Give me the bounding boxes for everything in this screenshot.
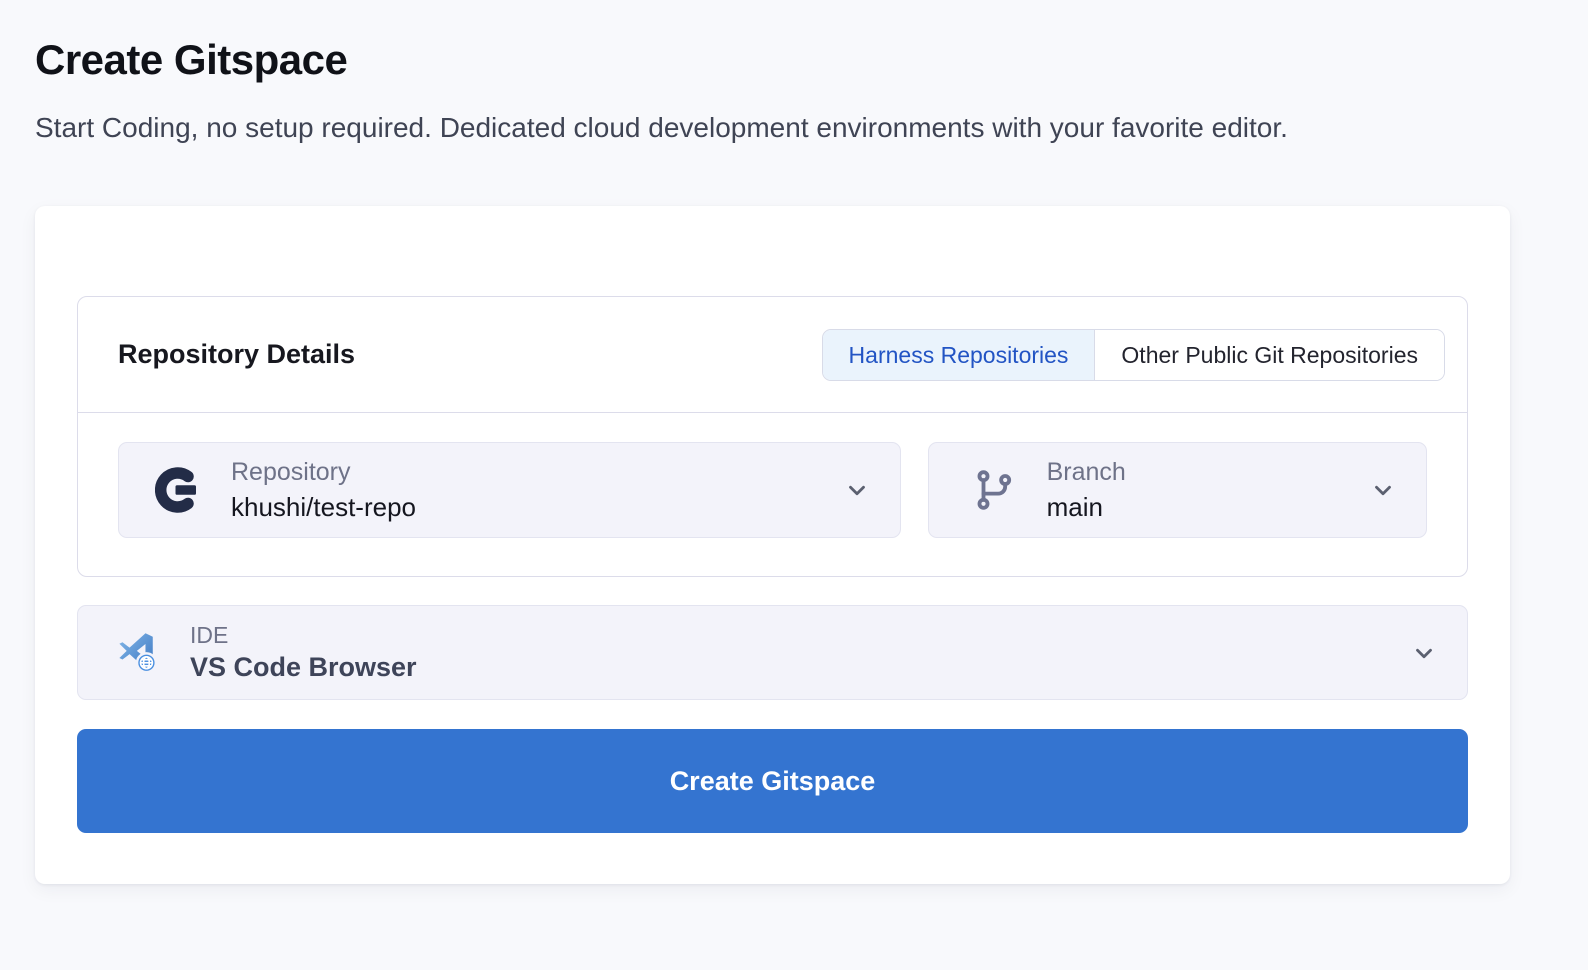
repository-select-text: Repository khushi/test-repo [231,458,416,523]
ide-select-label: IDE [190,622,417,649]
repository-details-heading: Repository Details [118,339,355,370]
chevron-down-icon [1370,477,1396,503]
repository-details-body: Repository khushi/test-repo [78,413,1467,576]
tab-other-public-git-repositories[interactable]: Other Public Git Repositories [1094,330,1444,380]
create-gitspace-page: Create Gitspace Start Coding, no setup r… [0,0,1588,884]
ide-select[interactable]: IDE VS Code Browser [77,605,1468,700]
harness-code-icon [155,466,203,514]
git-branch-icon [971,466,1019,514]
tab-harness-repositories[interactable]: Harness Repositories [823,330,1095,380]
page-title: Create Gitspace [35,36,1553,84]
repository-select-label: Repository [231,458,416,487]
gitspace-form-card: Repository Details Harness Repositories … [35,206,1510,884]
page-subtitle: Start Coding, no setup required. Dedicat… [35,108,1450,148]
branch-select-label: Branch [1047,458,1126,487]
repository-details-panel: Repository Details Harness Repositories … [77,296,1468,577]
repository-select[interactable]: Repository khushi/test-repo [118,442,901,538]
branch-select-value: main [1047,492,1126,523]
create-gitspace-button[interactable]: Create Gitspace [77,729,1468,833]
ide-select-value: VS Code Browser [190,652,417,683]
ide-select-text: IDE VS Code Browser [190,622,417,683]
repository-details-header: Repository Details Harness Repositories … [78,297,1467,413]
branch-select[interactable]: Branch main [928,442,1427,538]
chevron-down-icon [844,477,870,503]
vscode-browser-icon [114,629,162,677]
repository-select-value: khushi/test-repo [231,492,416,523]
chevron-down-icon [1411,640,1437,666]
repository-source-toggle: Harness Repositories Other Public Git Re… [822,329,1445,381]
branch-select-text: Branch main [1047,458,1126,523]
